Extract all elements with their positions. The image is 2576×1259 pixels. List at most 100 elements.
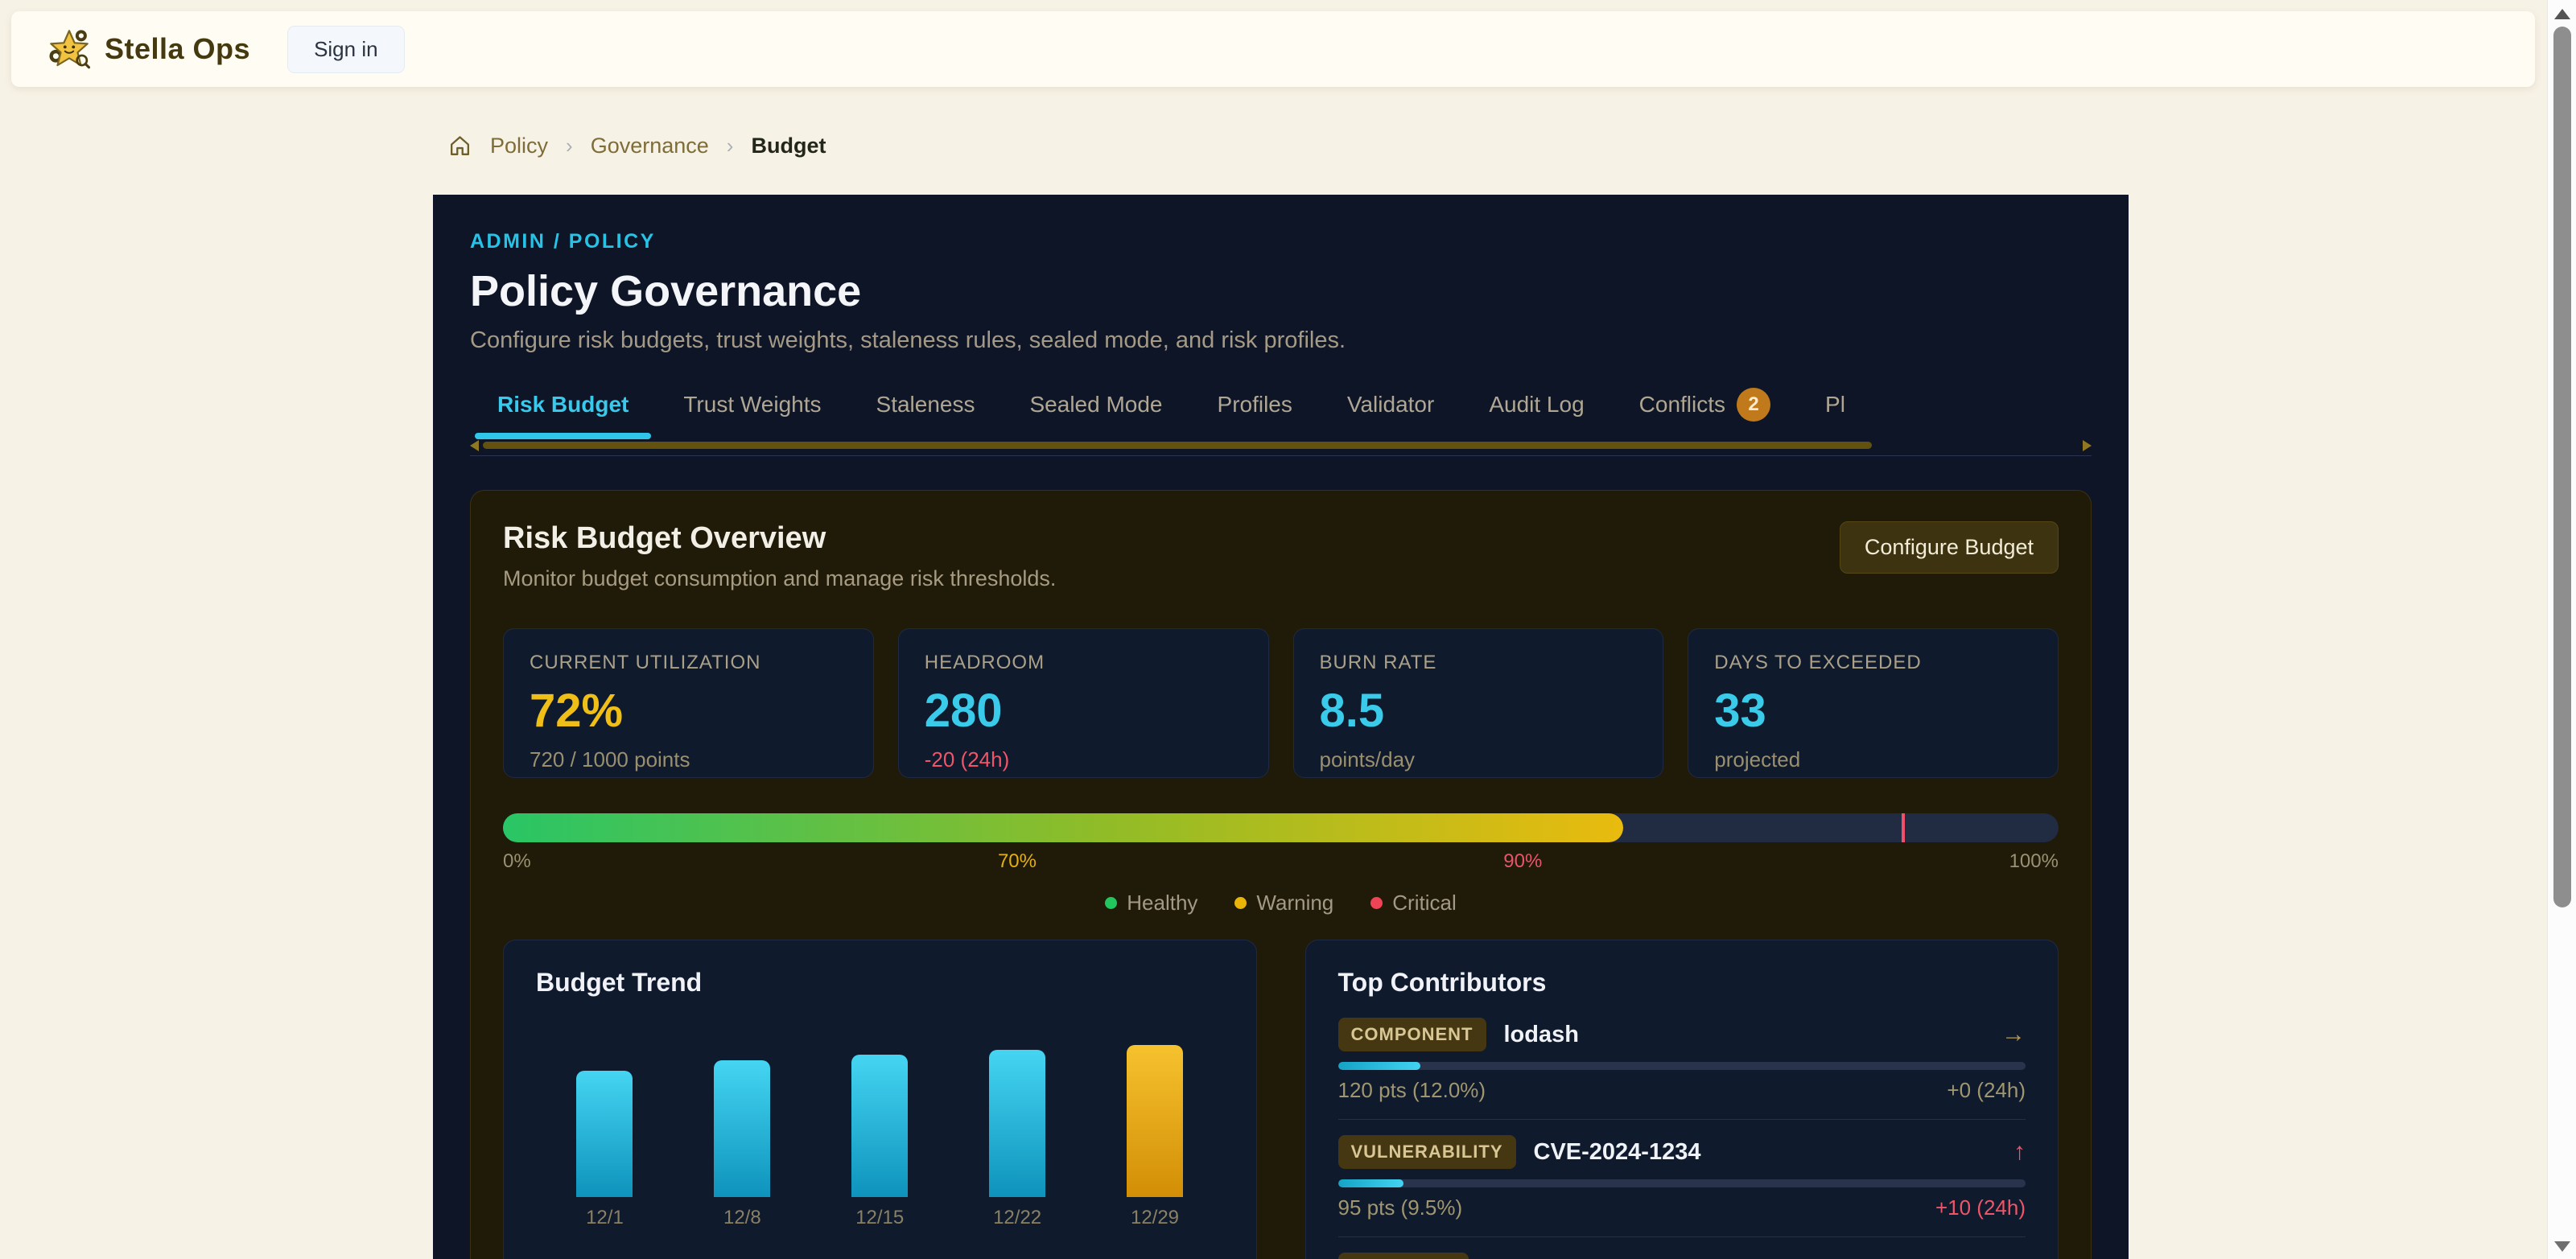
contributor-header-row: COMPONENT lodash → [1338, 1018, 2026, 1051]
trend-bar [576, 1071, 633, 1197]
tab-staleness[interactable]: Staleness [849, 376, 1003, 439]
sign-in-button[interactable]: Sign in [287, 26, 405, 73]
configure-budget-button[interactable]: Configure Budget [1840, 521, 2059, 574]
trend-x-label: 12/29 [1111, 1207, 1199, 1229]
legend-dot-icon [1370, 897, 1383, 909]
contributor-item: VULNERABILITYCVE-2024-1234↑95 pts (9.5%)… [1338, 1136, 2026, 1220]
tab-label: Conflicts [1639, 392, 1725, 418]
legend-item-critical: Critical [1370, 891, 1456, 915]
contributor-type-badge: COMPONENT [1338, 1018, 1486, 1051]
contributor-stats-row: 95 pts (9.5%)+10 (24h) [1338, 1195, 2026, 1220]
trend-bar [989, 1050, 1045, 1197]
home-icon[interactable] [447, 134, 472, 158]
stat-card-current-utilization: CURRENT UTILIZATION72%720 / 1000 points [503, 628, 874, 778]
tab-label: Staleness [876, 392, 975, 418]
budget-trend-card: Budget Trend 12/1 12/8 12/15 12/22 12/29 [503, 940, 1257, 1259]
tab-bar: Risk Budget Trust Weights Staleness Sealed … [470, 376, 2092, 439]
scroll-up-arrow-icon[interactable] [2554, 9, 2570, 19]
tab-profiles[interactable]: Profiles [1190, 376, 1320, 439]
tab-trust-weights[interactable]: Trust Weights [656, 376, 848, 439]
contributor-list: COMPONENT lodash → 120 pts (12.0%)+0 (24h) V… [1338, 1018, 2026, 1259]
stat-subtext: points/day [1320, 747, 1638, 772]
trend-x-label: 12/8 [698, 1207, 786, 1229]
contributor-type-badge: VULNERABILITY [1338, 1135, 1516, 1169]
contributor-stats-row: 120 pts (12.0%)+0 (24h) [1338, 1078, 2026, 1103]
contributor-item: COMPONENT lodash → 120 pts (12.0%)+0 (24h) [1338, 1018, 2026, 1103]
stat-subtext: projected [1714, 747, 2032, 772]
contributor-progress-track [1338, 1062, 2026, 1070]
app-header: Stella Ops Sign in [11, 11, 2535, 87]
stat-label: BURN RATE [1320, 652, 1638, 674]
trend-bar [714, 1060, 770, 1197]
contributor-delta: +0 (24h) [1947, 1078, 2026, 1103]
contributor-item: CATEGORY Vulnerabilities → [1338, 1253, 2026, 1259]
utilization-legend: Healthy Warning Critical [503, 891, 2059, 915]
tab-label: Sealed Mode [1030, 392, 1163, 418]
trend-x-label: 12/15 [835, 1207, 924, 1229]
vertical-scrollbar-thumb[interactable] [2553, 27, 2571, 907]
breadcrumb-item-governance[interactable]: Governance [591, 134, 709, 158]
legend-label: Warning [1256, 891, 1333, 915]
breadcrumb-separator: › [566, 134, 573, 158]
tab-pl[interactable]: Pl [1798, 376, 1873, 439]
horizontal-scrollbar-thumb[interactable] [483, 442, 1872, 449]
budget-trend-x-labels: 12/1 12/8 12/15 12/22 12/29 [536, 1207, 1224, 1229]
page-subtitle: Configure risk budgets, trust weights, s… [470, 327, 2092, 354]
trend-x-label: 12/1 [560, 1207, 649, 1229]
tab-audit-log[interactable]: Audit Log [1461, 376, 1611, 439]
budget-trend-title: Budget Trend [536, 968, 1224, 998]
contributor-header-row: VULNERABILITYCVE-2024-1234↑ [1338, 1136, 2026, 1168]
breadcrumb-eyebrow: ADMIN / POLICY [470, 230, 2092, 253]
contributor-divider [1338, 1236, 2026, 1237]
contributor-progress-fill [1338, 1179, 1403, 1187]
arrow-right-icon: → [2001, 1021, 2026, 1048]
breadcrumb-separator: › [727, 134, 734, 158]
breadcrumb-item-budget: Budget [751, 134, 826, 158]
tabs-horizontal-scrollbar [470, 439, 2092, 455]
axis-label: 0% [503, 850, 531, 873]
budget-trend-chart [536, 1014, 1224, 1197]
risk-budget-overview-card: Risk Budget Overview Monitor budget cons… [470, 490, 2092, 1259]
overview-title: Risk Budget Overview [503, 521, 1056, 556]
contributor-progress-fill [1338, 1062, 1421, 1070]
stat-card-headroom: HEADROOM280-20 (24h) [898, 628, 1269, 778]
tab-validator[interactable]: Validator [1320, 376, 1461, 439]
stat-label: HEADROOM [925, 652, 1243, 674]
tab-sealed-mode[interactable]: Sealed Mode [1003, 376, 1190, 439]
scroll-down-arrow-icon[interactable] [2554, 1241, 2570, 1252]
tab-risk-budget[interactable]: Risk Budget [470, 376, 656, 439]
arrow-right-icon: → [2001, 1256, 2026, 1259]
tab-label: Pl [1825, 392, 1845, 418]
star-mascot-logo-icon [47, 27, 92, 72]
legend-item-healthy: Healthy [1105, 891, 1197, 915]
contributor-type-badge: CATEGORY [1338, 1253, 1469, 1259]
axis-label: 90% [1503, 850, 1542, 873]
scroll-left-arrow-icon[interactable] [470, 440, 479, 451]
page-title: Policy Governance [470, 266, 2092, 316]
stat-cards: CURRENT UTILIZATION72%720 / 1000 pointsH… [503, 628, 2059, 778]
brand: Stella Ops [47, 27, 250, 72]
tab-label: Risk Budget [497, 392, 629, 418]
axis-label: 100% [2009, 850, 2059, 873]
contributor-name: CVE-2024-1234 [1534, 1139, 1701, 1166]
breadcrumb-item-policy[interactable]: Policy [490, 134, 548, 158]
contributor-progress-track [1338, 1179, 2026, 1187]
tab-conflicts-count-badge: 2 [1737, 388, 1770, 422]
stat-value: 8.5 [1320, 684, 1638, 738]
trend-x-label: 12/22 [973, 1207, 1061, 1229]
utilization-axis-labels: 0%70%90%100% [503, 850, 2059, 873]
stat-value: 33 [1714, 684, 2032, 738]
policy-governance-panel: ADMIN / POLICY Policy Governance Configu… [433, 195, 2129, 1259]
breadcrumb: Policy › Governance › Budget [447, 134, 826, 158]
tab-bar-divider [470, 455, 2092, 456]
tab-conflicts[interactable]: Conflicts 2 [1612, 376, 1798, 439]
contributor-header-row: CATEGORY Vulnerabilities → [1338, 1253, 2026, 1259]
contributor-name: lodash [1504, 1022, 1579, 1048]
scroll-right-arrow-icon[interactable] [2083, 440, 2092, 451]
legend-label: Critical [1392, 891, 1456, 915]
vertical-scrollbar [2547, 0, 2576, 1259]
contributor-name: Vulnerabilities [1486, 1257, 1645, 1259]
budget-utilization-bar [503, 813, 2059, 842]
legend-item-warning: Warning [1234, 891, 1333, 915]
overview-subtitle: Monitor budget consumption and manage ri… [503, 566, 1056, 591]
